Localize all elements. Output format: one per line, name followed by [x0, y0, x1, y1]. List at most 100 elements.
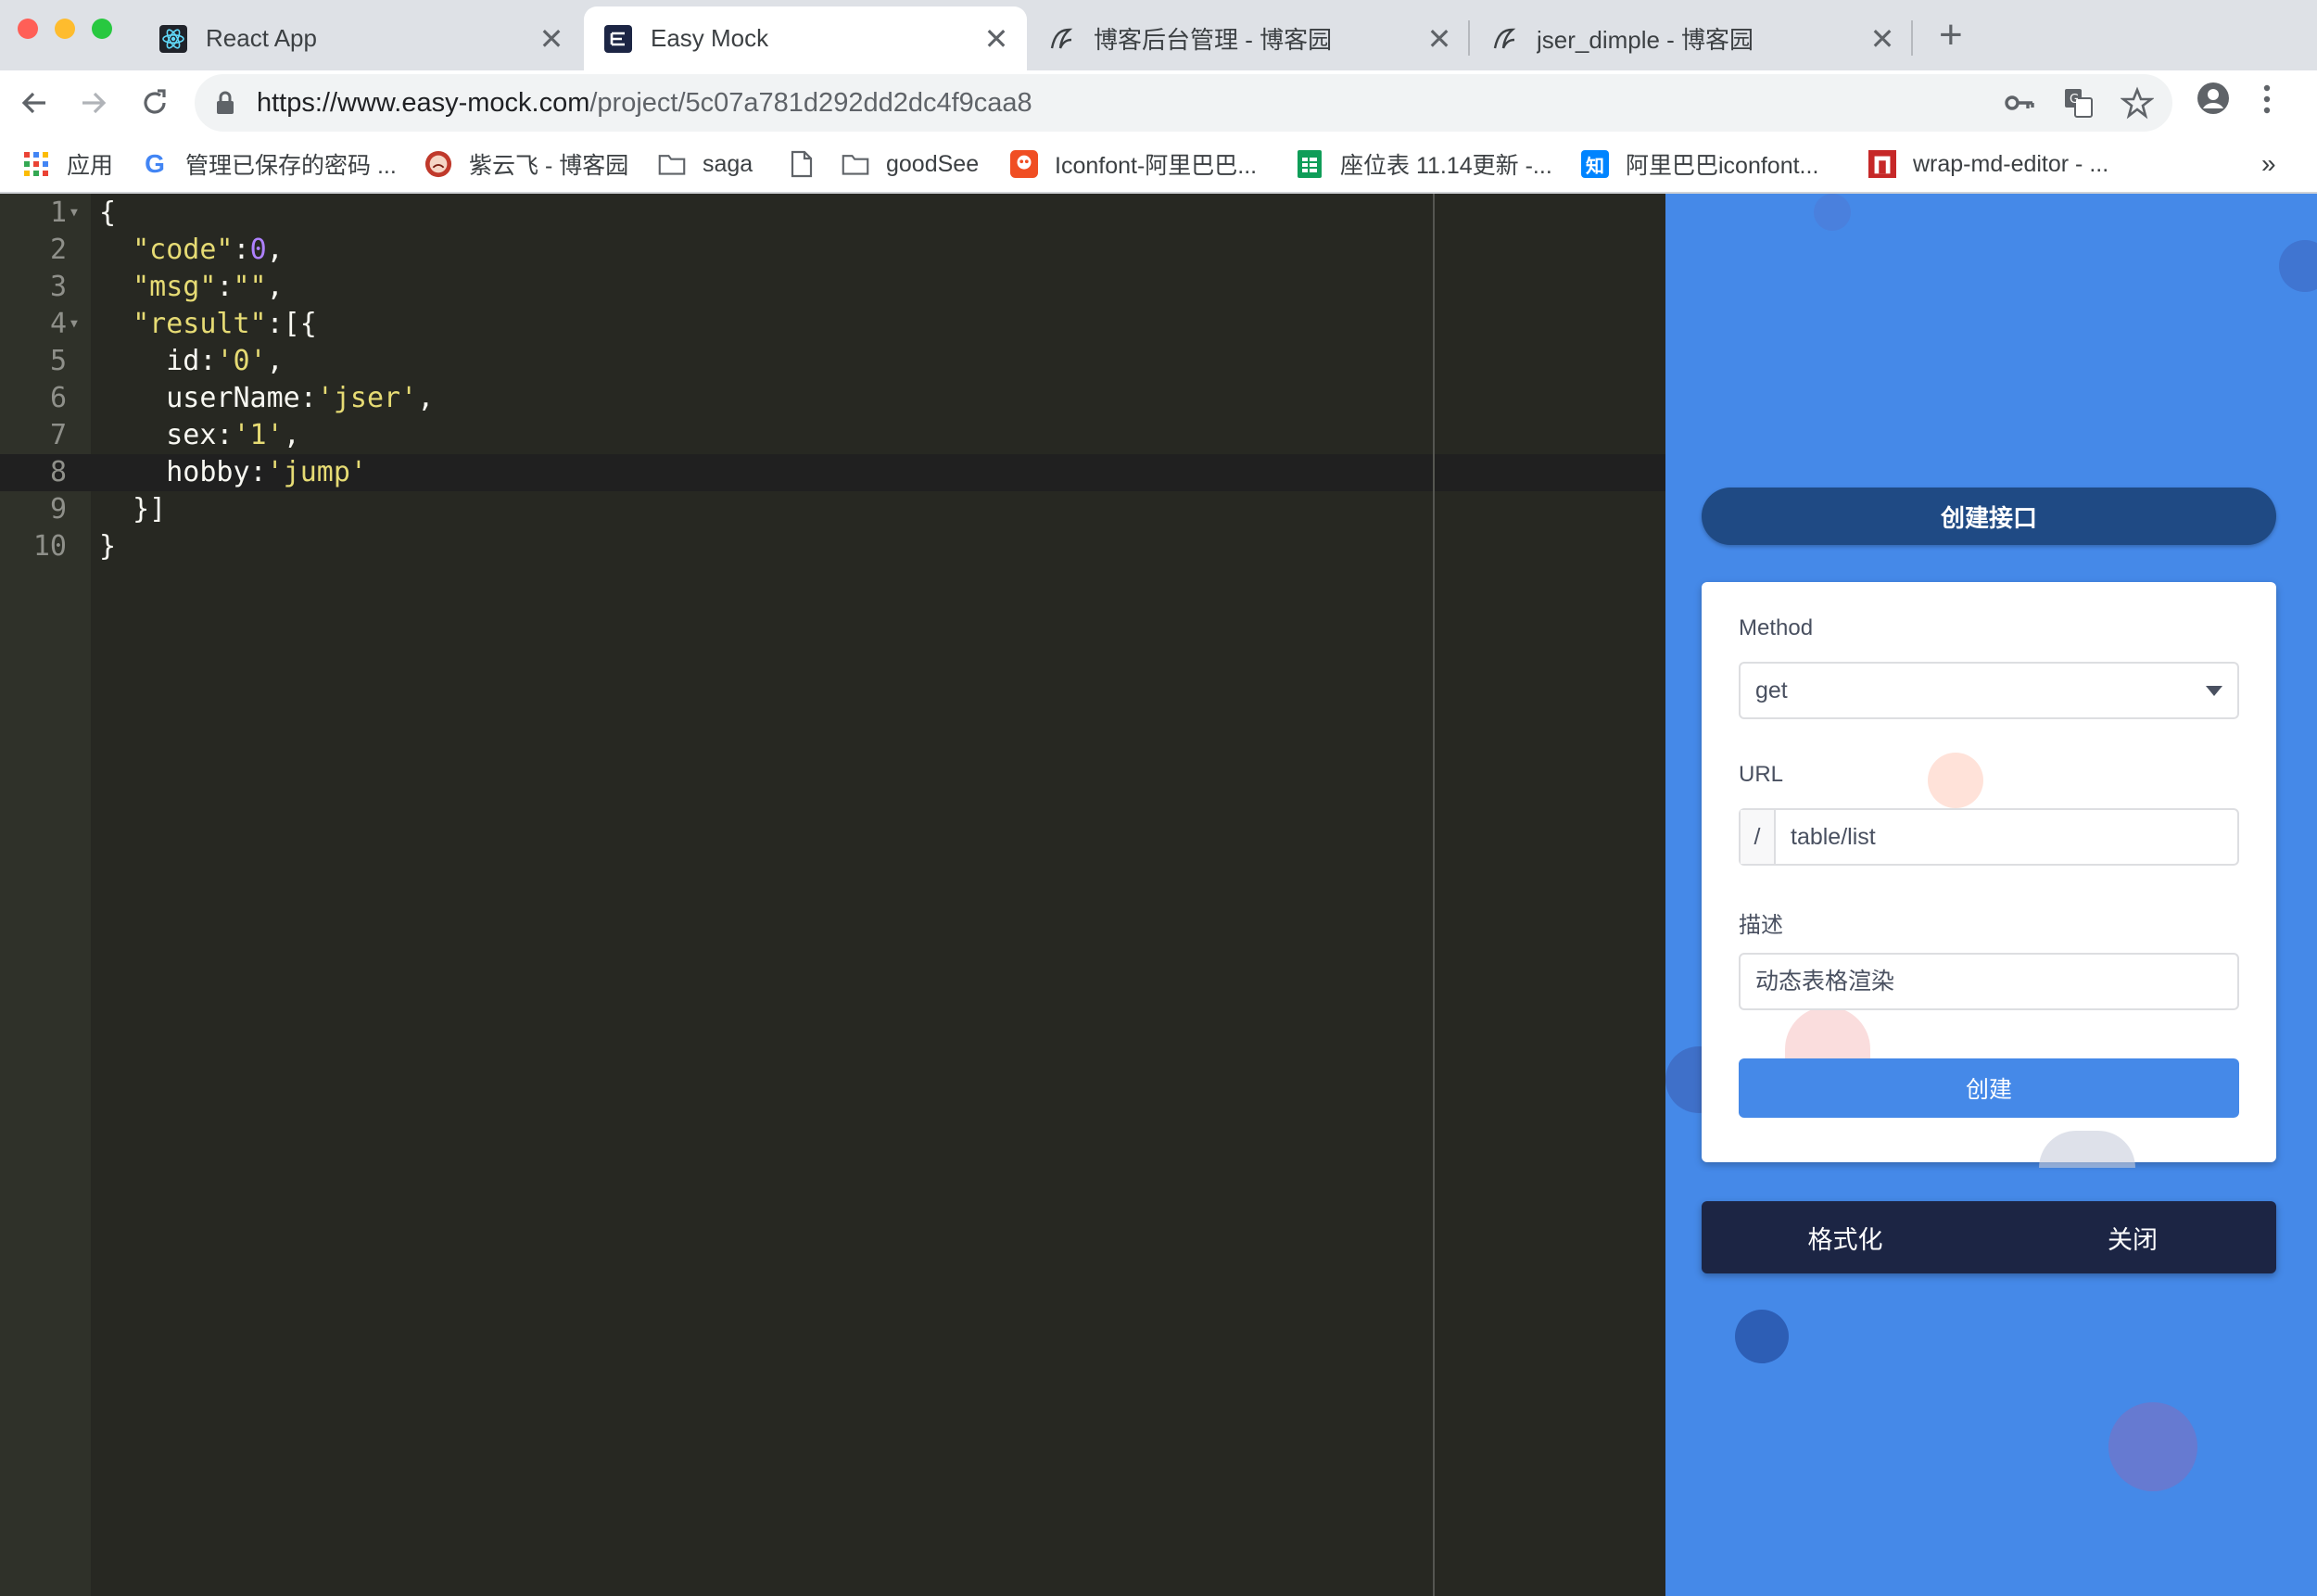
bookmark-goodsee[interactable]: goodSee [842, 147, 979, 181]
svg-text:G: G [2070, 93, 2079, 107]
line-number: 8 [49, 456, 67, 488]
fold-caret-icon[interactable]: ▼ [70, 306, 78, 343]
code-token: , [266, 271, 284, 303]
description-label: 描述 [1739, 913, 1783, 938]
url-prefix: / [1741, 810, 1776, 864]
bookmark-page[interactable] [788, 147, 832, 181]
avatar-icon [424, 150, 452, 178]
bookmark-label: wrap-md-editor - ... [1913, 150, 2109, 177]
code-token: }] [99, 493, 167, 526]
line-number: 6 [49, 382, 67, 414]
code-token: "" [233, 271, 267, 303]
code-line: "msg":"", [99, 269, 284, 306]
caret-down-icon [2206, 686, 2222, 696]
code-token: 'jser' [316, 382, 418, 414]
reload-button[interactable] [135, 83, 174, 122]
bookmark-label: 座位表 11.14更新 -... [1340, 153, 1552, 179]
code-token: 0 [249, 234, 267, 266]
description-input[interactable]: 动态表格渲染 [1739, 953, 2239, 1010]
tab-close-icon[interactable]: ✕ [538, 21, 565, 57]
window-minimize-button[interactable] [55, 19, 75, 39]
bookmark-saga[interactable]: saga [658, 147, 753, 181]
forward-button[interactable] [74, 83, 113, 122]
description-value: 动态表格渲染 [1755, 969, 1895, 994]
code-token: "code" [133, 234, 234, 266]
decor-bubble [2108, 1402, 2197, 1491]
bookmark-wrap-md-editor[interactable]: wrap-md-editor - ... [1868, 147, 2108, 181]
bookmark-apps[interactable]: 应用 [22, 147, 113, 181]
forward-arrow-icon [82, 92, 107, 114]
code-token: , [266, 234, 284, 266]
key-icon[interactable] [2004, 90, 2035, 116]
code-line: id:'0', [99, 343, 283, 380]
tab-jser-dimple[interactable]: jser_dimple - 博客园 ✕ [1490, 6, 1913, 70]
line-number: 4 [49, 308, 67, 340]
more-bookmarks-button[interactable]: » [2261, 147, 2276, 181]
format-button[interactable]: 格式化 [1702, 1201, 1989, 1273]
line-number: 9 [49, 493, 67, 526]
code-line: "result":[{ [99, 306, 317, 343]
line-number: 10 [32, 530, 67, 563]
url-text[interactable]: https://www.easy-mock.com/project/5c07a7… [257, 83, 1032, 122]
tab-easy-mock[interactable]: Easy Mock ✕ [584, 6, 1027, 70]
code-line: userName:'jser', [99, 380, 434, 417]
new-tab-button[interactable]: + [1939, 15, 1963, 56]
code-token: "result" [133, 308, 267, 340]
tab-title: 博客后台管理 - 博客园 [1094, 26, 1333, 54]
cnblogs-icon [1490, 25, 1518, 53]
fold-caret-icon[interactable]: ▼ [70, 195, 78, 232]
url-value: table/list [1791, 824, 1876, 850]
code-token: } [99, 530, 117, 563]
translate-icon[interactable]: G [2063, 87, 2095, 119]
reload-icon [144, 89, 166, 114]
bookmark-iconfont[interactable]: Iconfont-阿里巴巴... [1010, 147, 1257, 181]
easy-mock-logo-icon [604, 24, 632, 53]
folder-icon [842, 150, 869, 178]
tab-title: React App [206, 24, 317, 52]
zhihu-icon: 知 [1581, 150, 1609, 178]
tab-react-app[interactable]: React App ✕ [159, 6, 582, 70]
editor-icon [1868, 150, 1896, 178]
code-token: userName: [99, 382, 317, 414]
url-input[interactable]: / table/list [1739, 808, 2239, 866]
code-token: hobby: [99, 456, 267, 488]
window-zoom-button[interactable] [92, 19, 112, 39]
code-token: { [99, 196, 117, 229]
bookmark-label: 应用 [67, 153, 114, 179]
back-button[interactable] [15, 83, 54, 122]
window-close-button[interactable] [18, 19, 38, 39]
create-api-button[interactable]: 创建接口 [1702, 488, 2276, 545]
code-token: , [417, 382, 435, 414]
code-token: '0' [216, 345, 267, 377]
tab-close-icon[interactable]: ✕ [1868, 21, 1896, 57]
bookmark-alibaba-iconfont[interactable]: 知 阿里巴巴iconfont... [1581, 147, 1818, 181]
iconfont-icon [1010, 150, 1038, 178]
code-line: { [99, 195, 116, 232]
line-number: 2 [49, 234, 67, 266]
create-submit-button[interactable]: 创建 [1739, 1058, 2239, 1118]
line-number: 1 [49, 196, 67, 229]
bookmark-ziyunfei[interactable]: 紫云飞 - 博客园 [424, 147, 628, 181]
tab-close-icon[interactable]: ✕ [982, 21, 1010, 57]
bookmark-passwords[interactable]: G 管理已保存的密码 ... [141, 147, 397, 181]
decor-bubble [1735, 1310, 1789, 1363]
line-number: 3 [49, 271, 67, 303]
close-button[interactable]: 关闭 [1989, 1201, 2276, 1273]
code-line: } [99, 528, 116, 565]
kebab-menu-icon[interactable] [2261, 83, 2273, 115]
tab-blog-admin[interactable]: 博客后台管理 - 博客园 ✕ [1047, 6, 1470, 70]
bookmark-star-icon[interactable] [2121, 86, 2154, 120]
decor-bubble [1814, 194, 1851, 231]
line-number: 7 [49, 419, 67, 451]
profile-avatar-icon[interactable] [2197, 82, 2230, 115]
bookmark-seat-chart[interactable]: 座位表 11.14更新 -... [1296, 147, 1552, 181]
method-select[interactable]: get [1739, 662, 2239, 719]
bookmark-label: Iconfont-阿里巴巴... [1055, 153, 1258, 179]
tab-close-icon[interactable]: ✕ [1425, 21, 1453, 57]
back-arrow-icon [21, 92, 45, 114]
decor-bubble [2279, 240, 2317, 292]
line-number: 5 [49, 345, 67, 377]
